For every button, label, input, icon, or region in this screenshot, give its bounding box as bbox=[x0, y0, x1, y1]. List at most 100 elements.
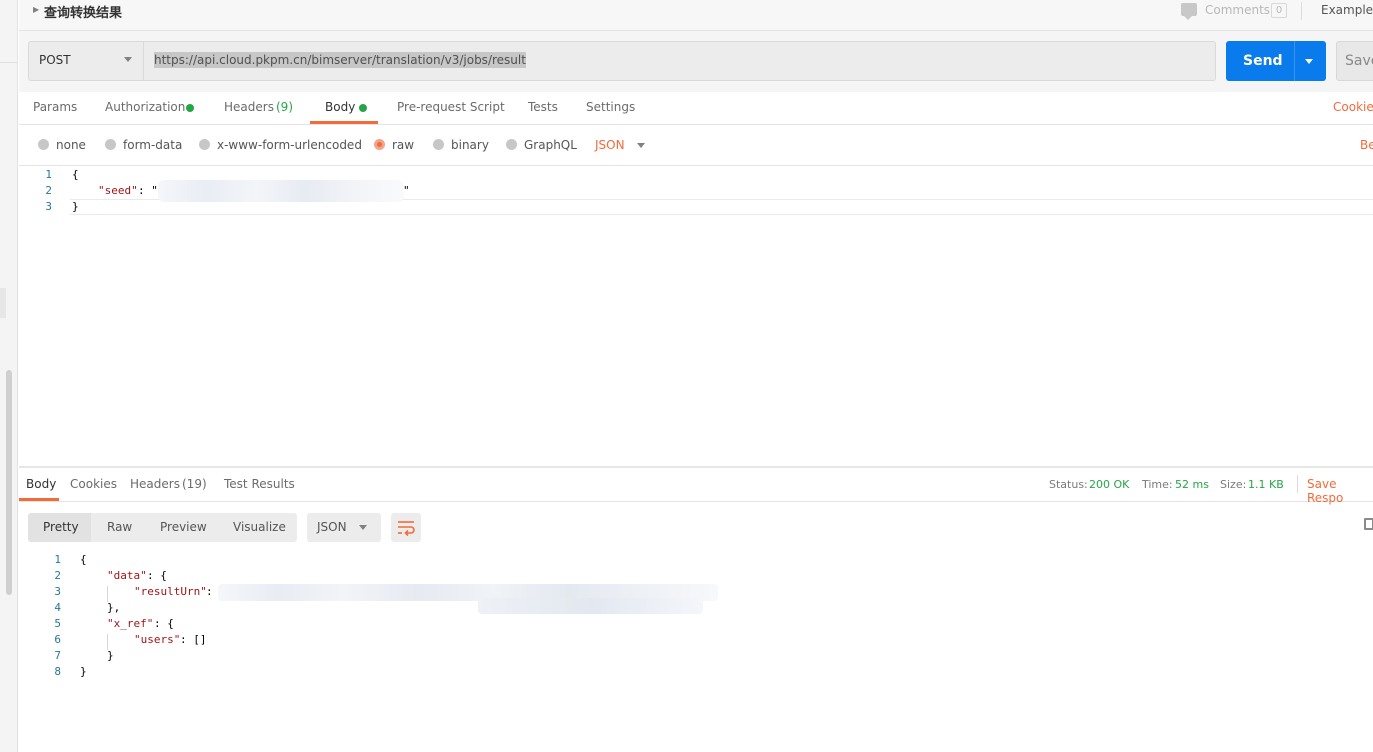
code-punctuation[interactable]: } bbox=[107, 649, 114, 662]
indent-guide bbox=[107, 634, 108, 650]
request-tabs bbox=[19, 92, 1373, 125]
line-number: 3 bbox=[54, 585, 61, 598]
code-punctuation[interactable]: : { bbox=[154, 617, 174, 630]
line-number: 5 bbox=[54, 617, 61, 630]
radio-label-binary: binary bbox=[451, 138, 489, 152]
code-key-seed[interactable]: "seed" bbox=[98, 184, 138, 197]
view-preview-button[interactable]: Preview bbox=[160, 520, 207, 534]
request-title-bar bbox=[19, 0, 1373, 31]
line-number: 1 bbox=[54, 553, 61, 566]
save-response-button[interactable]: Save Respo bbox=[1307, 477, 1373, 505]
comments-count-badge: 0 bbox=[1271, 3, 1287, 18]
sidebar-divider bbox=[0, 62, 18, 63]
send-label: Send bbox=[1243, 53, 1283, 69]
code-key-data[interactable]: "data" bbox=[107, 569, 147, 582]
time-label: Time: bbox=[1142, 478, 1173, 491]
sidebar-divider bbox=[0, 288, 6, 318]
radio-label-raw: raw bbox=[392, 138, 415, 152]
tab-headers[interactable]: Headers bbox=[224, 100, 274, 114]
redacted-result-urn bbox=[478, 598, 703, 614]
time-value[interactable]: 52 ms bbox=[1175, 478, 1209, 491]
tab-authorization[interactable]: Authorization bbox=[105, 100, 185, 114]
divider bbox=[1297, 475, 1298, 493]
code-punctuation[interactable]: : { bbox=[147, 569, 167, 582]
code-key-resulturn[interactable]: "resultUrn" bbox=[134, 585, 207, 598]
divider bbox=[1301, 2, 1302, 20]
status-dot-icon bbox=[186, 104, 194, 112]
active-tab-indicator bbox=[19, 498, 59, 501]
code-punctuation[interactable]: : bbox=[206, 585, 213, 598]
line-number: 8 bbox=[54, 665, 61, 678]
radio-graphql[interactable] bbox=[506, 139, 517, 150]
request-title[interactable]: 查询转换结果 bbox=[44, 2, 122, 21]
size-value[interactable]: 1.1 KB bbox=[1248, 478, 1284, 491]
code-punctuation[interactable]: : " bbox=[138, 184, 158, 197]
line-number: 3 bbox=[45, 200, 52, 213]
line-number: 2 bbox=[45, 184, 52, 197]
response-tab-body[interactable]: Body bbox=[26, 477, 56, 491]
code-open-brace[interactable]: { bbox=[72, 168, 79, 181]
line-number: 4 bbox=[54, 601, 61, 614]
code-punctuation[interactable]: " bbox=[403, 184, 410, 197]
response-tab-cookies[interactable]: Cookies bbox=[70, 477, 117, 491]
chevron-down-icon bbox=[359, 525, 367, 530]
radio-none[interactable] bbox=[38, 139, 49, 150]
tab-headers-count: (9) bbox=[276, 100, 293, 114]
tab-tests[interactable]: Tests bbox=[528, 100, 558, 114]
tab-body[interactable]: Body bbox=[325, 100, 355, 114]
beautify-link[interactable]: Be bbox=[1360, 138, 1373, 152]
radio-raw[interactable] bbox=[374, 139, 385, 150]
status-dot-icon bbox=[359, 104, 367, 112]
response-tab-test-results[interactable]: Test Results bbox=[224, 477, 295, 491]
comment-icon[interactable] bbox=[1181, 3, 1197, 20]
sidebar-scrollbar[interactable] bbox=[6, 370, 12, 595]
body-format-select[interactable]: JSON bbox=[595, 138, 625, 152]
code-key-users[interactable]: "users" bbox=[134, 633, 180, 646]
cookies-link[interactable]: Cookies bbox=[1333, 100, 1373, 114]
radio-x-www-form-urlencoded[interactable] bbox=[199, 139, 210, 150]
radio-label-form-data: form-data bbox=[123, 138, 183, 152]
chevron-down-icon bbox=[124, 57, 132, 62]
code-close-brace[interactable]: } bbox=[72, 200, 79, 213]
radio-label-graphql: GraphQL bbox=[524, 138, 577, 152]
view-pretty-button[interactable]: Pretty bbox=[43, 520, 79, 534]
view-raw-button[interactable]: Raw bbox=[107, 520, 132, 534]
chevron-down-icon[interactable] bbox=[637, 143, 645, 148]
tab-params[interactable]: Params bbox=[33, 100, 77, 114]
save-label: Save bbox=[1345, 53, 1373, 69]
method-label: POST bbox=[39, 53, 71, 67]
line-number: 6 bbox=[54, 633, 61, 646]
wrap-lines-button[interactable] bbox=[391, 513, 421, 542]
url-text: https://api.cloud.pkpm.cn/bimserver/tran… bbox=[154, 52, 526, 68]
line-number: 2 bbox=[54, 569, 61, 582]
size-label: Size: bbox=[1220, 478, 1247, 491]
line-number: 7 bbox=[54, 649, 61, 662]
code-punctuation[interactable]: : [] bbox=[180, 633, 207, 646]
view-visualize-button[interactable]: Visualize bbox=[233, 520, 286, 534]
response-tab-headers-count: (19) bbox=[182, 477, 207, 491]
radio-label-urlencoded: x-www-form-urlencoded bbox=[217, 138, 362, 152]
line-number: 1 bbox=[45, 168, 52, 181]
wrap-lines-icon bbox=[398, 521, 415, 537]
radio-label-none: none bbox=[56, 138, 86, 152]
code-open-brace[interactable]: { bbox=[80, 553, 87, 566]
comments-button[interactable]: Comments bbox=[1205, 3, 1270, 17]
response-tab-headers[interactable]: Headers bbox=[130, 477, 180, 491]
radio-binary[interactable] bbox=[433, 139, 444, 150]
radio-form-data[interactable] bbox=[105, 139, 116, 150]
send-options-chevron-icon[interactable] bbox=[1305, 59, 1313, 64]
send-divider bbox=[1294, 41, 1295, 81]
caret-right-icon[interactable]: ▶ bbox=[33, 5, 39, 14]
copy-icon[interactable] bbox=[1364, 518, 1373, 530]
code-punctuation[interactable]: }, bbox=[107, 601, 120, 614]
code-close-brace[interactable]: } bbox=[80, 665, 87, 678]
indent-guide bbox=[107, 586, 108, 602]
status-label: Status: bbox=[1049, 478, 1088, 491]
code-key-x-ref[interactable]: "x_ref" bbox=[107, 617, 153, 630]
active-tab-indicator bbox=[310, 121, 378, 124]
tab-pre-request-script[interactable]: Pre-request Script bbox=[397, 100, 505, 114]
examples-button[interactable]: Examples bbox=[1321, 3, 1373, 17]
redacted-seed-value bbox=[158, 180, 404, 202]
status-value[interactable]: 200 OK bbox=[1089, 478, 1129, 491]
tab-settings[interactable]: Settings bbox=[586, 100, 635, 114]
